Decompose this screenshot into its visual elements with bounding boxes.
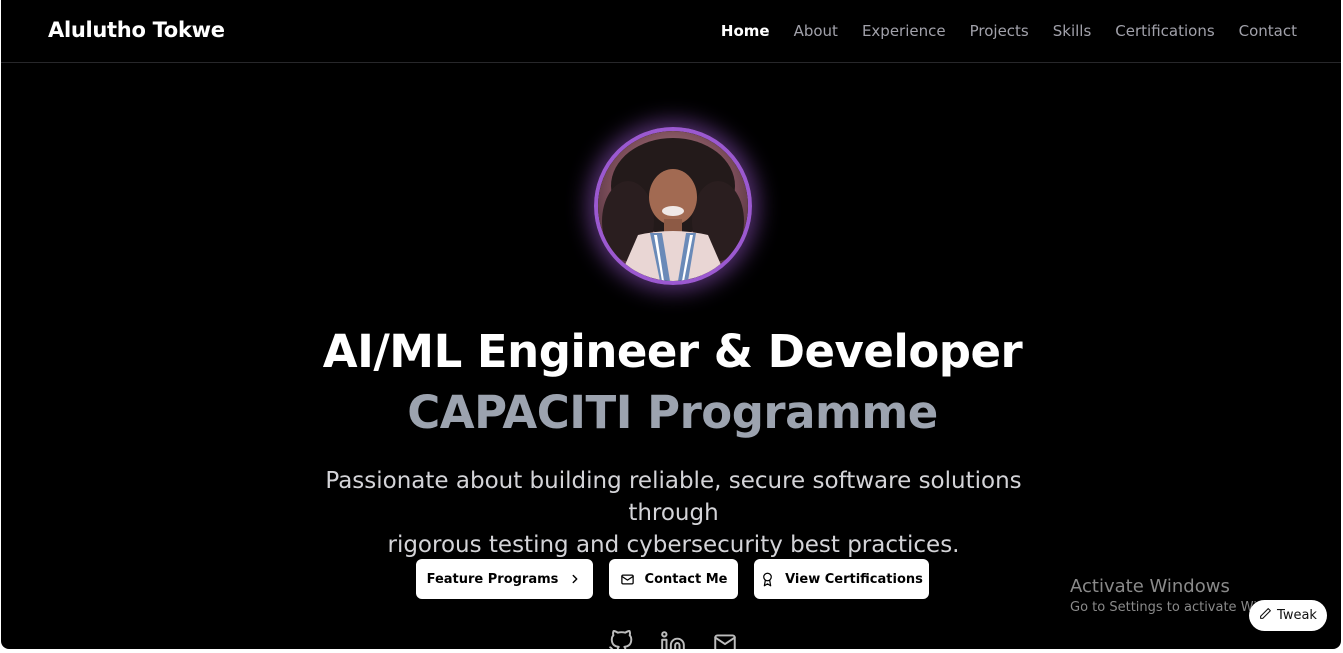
award-icon: [760, 572, 775, 587]
hero-title: AI/ML Engineer & Developer: [322, 325, 1023, 378]
hero-description-line1: Passionate about building reliable, secu…: [325, 468, 1022, 526]
tweak-label: Tweak: [1277, 608, 1317, 623]
nav-certifications[interactable]: Certifications: [1115, 22, 1214, 40]
brand-logo[interactable]: Alulutho Tokwe: [48, 18, 225, 42]
nav-home[interactable]: Home: [721, 22, 770, 40]
page-frame: Alulutho Tokwe Home About Experience Pro…: [1, 0, 1341, 649]
email-social-icon[interactable]: [712, 630, 738, 649]
view-certifications-label: View Certifications: [785, 571, 923, 587]
contact-me-label: Contact Me: [644, 571, 728, 587]
hero-subtitle: CAPACITI Programme: [407, 386, 938, 439]
contact-me-button[interactable]: Contact Me: [609, 559, 738, 599]
navbar: Alulutho Tokwe Home About Experience Pro…: [1, 0, 1341, 63]
profile-avatar: [594, 127, 752, 285]
tweak-button[interactable]: Tweak: [1249, 600, 1327, 631]
mail-icon: [620, 572, 635, 587]
nav-about[interactable]: About: [794, 22, 838, 40]
hero-description-line2: rigorous testing and cybersecurity best …: [387, 532, 960, 558]
activate-windows-title: Activate Windows: [1070, 576, 1230, 597]
github-icon[interactable]: [608, 630, 634, 649]
nav-contact[interactable]: Contact: [1239, 22, 1297, 40]
feature-programs-button[interactable]: Feature Programs: [416, 559, 593, 599]
nav-skills[interactable]: Skills: [1053, 22, 1092, 40]
nav-projects[interactable]: Projects: [970, 22, 1029, 40]
chevron-right-icon: [568, 572, 582, 586]
pencil-icon: [1259, 607, 1272, 624]
view-certifications-button[interactable]: View Certifications: [754, 559, 929, 599]
nav-experience[interactable]: Experience: [862, 22, 946, 40]
hero-description: Passionate about building reliable, secu…: [301, 465, 1046, 561]
social-links: [1, 630, 1341, 649]
nav-links: Home About Experience Projects Skills Ce…: [721, 22, 1297, 40]
linkedin-icon[interactable]: [660, 630, 686, 649]
feature-programs-label: Feature Programs: [426, 571, 559, 587]
profile-photo-icon: [598, 131, 748, 281]
